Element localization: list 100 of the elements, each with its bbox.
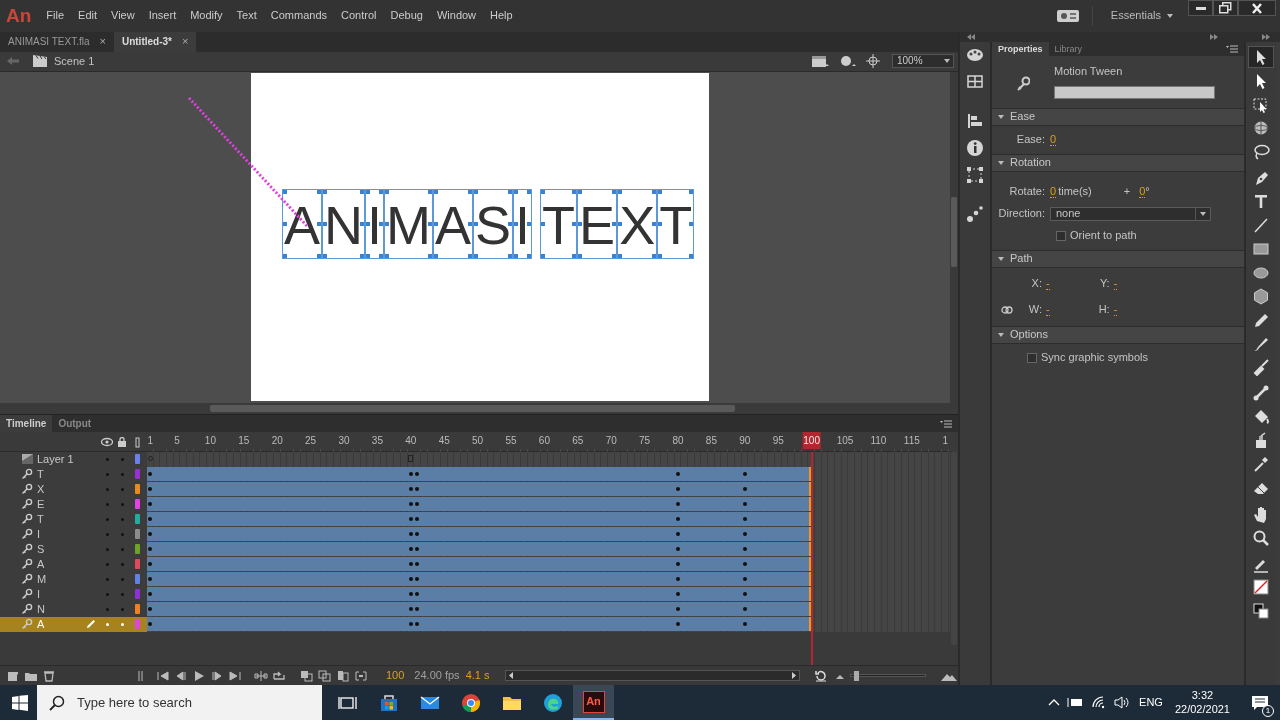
frame-row[interactable] — [147, 557, 950, 573]
frame-row[interactable] — [147, 602, 950, 618]
lock-toggle[interactable] — [121, 473, 124, 477]
keyframe[interactable] — [415, 577, 420, 582]
keyframe[interactable] — [148, 622, 153, 627]
palette-icon[interactable] — [966, 46, 984, 64]
panel-tab[interactable]: Timeline — [0, 415, 53, 433]
value-field[interactable]: - — [1113, 278, 1118, 290]
keyframe[interactable] — [676, 472, 680, 477]
value-field[interactable]: - — [1046, 278, 1050, 290]
frame-row[interactable] — [147, 512, 950, 528]
motion-presets-icon[interactable] — [966, 205, 984, 223]
lock-toggle[interactable] — [121, 548, 124, 552]
keyframe[interactable] — [408, 532, 413, 537]
scene-name[interactable]: Scene 1 — [54, 54, 95, 69]
keyframe[interactable] — [415, 472, 420, 477]
lock-toggle[interactable] — [121, 623, 124, 627]
clock-time[interactable]: 3:32 — [1191, 689, 1214, 703]
close-button[interactable] — [1238, 0, 1276, 16]
keyframe[interactable] — [676, 622, 680, 627]
keyframe[interactable] — [148, 502, 153, 507]
value-field[interactable]: 0 — [1139, 186, 1146, 198]
frame-row[interactable] — [147, 497, 950, 513]
keyframe[interactable] — [676, 547, 680, 552]
frame-row[interactable] — [147, 527, 950, 543]
scroll-right-icon[interactable] — [791, 672, 797, 679]
visibility-toggle[interactable] — [106, 518, 109, 522]
clip-icon[interactable] — [810, 54, 830, 69]
scroll-thumb[interactable] — [951, 452, 957, 646]
panel-menu-icon[interactable] — [1226, 45, 1238, 53]
slider-thumb[interactable] — [853, 670, 859, 681]
center-stage-icon[interactable] — [866, 54, 880, 69]
workspace-sync-icon[interactable] — [1055, 9, 1080, 23]
section-header[interactable]: Options — [992, 326, 1244, 344]
value-field[interactable]: 0 — [1050, 134, 1057, 146]
lock-toggle[interactable] — [121, 518, 124, 522]
menu-item[interactable]: File — [39, 9, 72, 23]
last-frame-icon[interactable] — [228, 669, 242, 682]
layer-color-swatch[interactable] — [135, 589, 140, 600]
new-layer-icon[interactable] — [6, 669, 20, 682]
caret-icon[interactable] — [997, 332, 1005, 338]
frame-row[interactable] — [147, 572, 950, 588]
lock-toggle[interactable] — [121, 608, 124, 612]
menu-item[interactable]: Commands — [263, 9, 335, 23]
lock-icon[interactable] — [117, 437, 127, 448]
keyframe[interactable] — [415, 502, 420, 507]
play-icon[interactable] — [192, 669, 206, 682]
layer-header[interactable]: T — [0, 467, 147, 483]
layer-color-swatch[interactable] — [135, 499, 140, 510]
playhead-line[interactable] — [810, 452, 813, 666]
keyframe[interactable] — [415, 562, 420, 567]
lock-toggle[interactable] — [121, 503, 124, 507]
keyframe[interactable] — [676, 517, 680, 522]
visibility-toggle[interactable] — [106, 488, 109, 492]
keyframe[interactable] — [148, 517, 153, 522]
onion-outline-icon[interactable] — [318, 669, 332, 682]
eye-icon[interactable] — [101, 437, 113, 448]
clock-date[interactable]: 22/02/2021 — [1174, 702, 1230, 716]
align-icon[interactable] — [966, 112, 984, 130]
keyframe[interactable] — [408, 622, 413, 627]
center-frame-icon[interactable] — [254, 669, 268, 682]
onion-skin-icon[interactable] — [300, 669, 314, 682]
direction-dropdown[interactable]: none — [1050, 207, 1211, 221]
layer-header[interactable]: S — [0, 542, 147, 558]
language-indicator[interactable]: ENG — [1139, 695, 1163, 710]
outline-icon[interactable] — [135, 437, 140, 449]
keyframe[interactable] — [148, 547, 153, 552]
speaker-icon[interactable] — [1113, 695, 1130, 710]
lock-toggle[interactable] — [121, 533, 124, 537]
visibility-toggle[interactable] — [106, 593, 109, 597]
panel-tab[interactable]: Properties — [992, 42, 1049, 56]
panel-menu-icon[interactable] — [940, 420, 952, 429]
keyframe[interactable] — [742, 592, 747, 597]
layer-header[interactable]: Layer 1 — [0, 452, 147, 468]
keyframe[interactable] — [408, 562, 413, 567]
visibility-toggle[interactable] — [106, 458, 109, 462]
lock-toggle[interactable] — [121, 458, 124, 462]
checkbox[interactable] — [1027, 353, 1037, 363]
keyframe[interactable] — [742, 472, 747, 477]
layer-header[interactable]: A — [0, 617, 147, 633]
menu-item[interactable]: View — [104, 9, 142, 23]
keyframe[interactable] — [148, 577, 153, 582]
layer-header[interactable]: T — [0, 512, 147, 528]
value-field[interactable]: - — [1046, 304, 1050, 316]
rewind-loop-icon[interactable] — [814, 669, 828, 682]
layer-color-swatch[interactable] — [135, 574, 140, 585]
expand-icon[interactable] — [1262, 34, 1270, 40]
menu-item[interactable]: Insert — [141, 9, 184, 23]
layer-color-swatch[interactable] — [135, 559, 140, 570]
collapse-icon[interactable] — [967, 34, 975, 40]
layer-color-swatch[interactable] — [135, 484, 140, 495]
zoom-field[interactable]: 100% — [892, 54, 954, 69]
keyframe[interactable] — [676, 577, 680, 582]
keyframe[interactable] — [415, 607, 420, 612]
keyframe[interactable] — [742, 577, 747, 582]
section-header[interactable]: Ease — [992, 108, 1244, 126]
menu-item[interactable]: Window — [429, 9, 484, 23]
step-forward-icon[interactable] — [210, 669, 224, 682]
keyframe[interactable] — [148, 487, 153, 492]
close-button[interactable]: × — [99, 35, 106, 49]
